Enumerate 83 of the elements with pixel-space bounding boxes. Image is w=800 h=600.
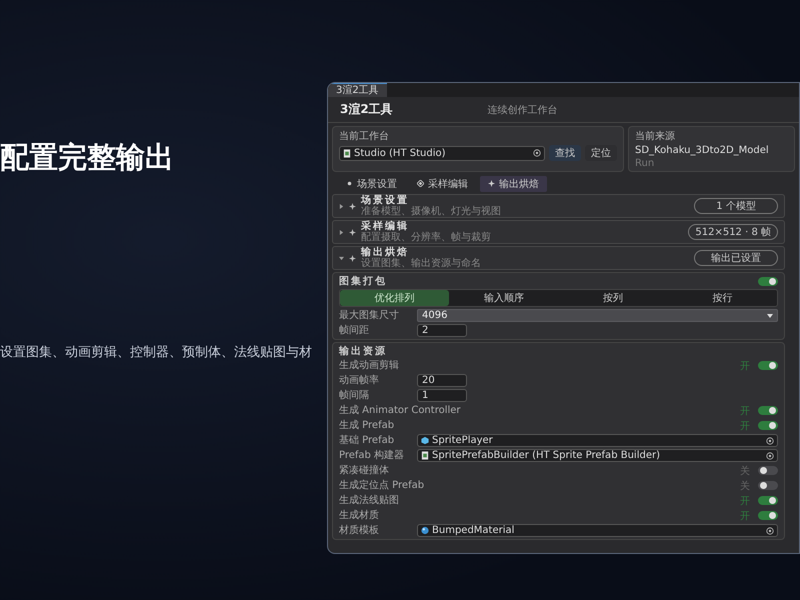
object-field[interactable]: SpritePlayer <box>417 434 778 447</box>
mode-tab[interactable]: 采样编辑 <box>409 176 476 192</box>
sphere-icon <box>421 526 429 535</box>
source-label: 当前来源 <box>635 130 676 143</box>
dropdown-arrow-icon <box>767 314 773 318</box>
section-header[interactable]: 场景设置 准备模型、摄像机、灯光与视图 1 个模型 <box>332 194 785 218</box>
section-title: 场景设置 <box>361 195 410 206</box>
source-name: SD_Kohaku_3Dto2D_Model <box>635 145 770 156</box>
toggle-switch[interactable] <box>758 276 778 286</box>
order-option[interactable]: 按列 <box>558 290 668 306</box>
toggle-state: 开 <box>740 510 750 522</box>
toggle-switch[interactable] <box>758 511 778 520</box>
diamond-icon <box>417 180 424 187</box>
field-label: 材质模板 <box>339 524 380 537</box>
toggle-switch[interactable] <box>758 466 778 475</box>
source-status: Run <box>635 158 656 169</box>
group-title: 图集打包 <box>339 274 387 288</box>
section-description: 准备模型、摄像机、灯光与视图 <box>361 206 502 217</box>
field-label: 生成 Prefab <box>339 419 396 432</box>
section-header[interactable]: 采样编辑 配置摄取、分辨率、帧与裁剪 512×512 · 8 帧 <box>332 220 785 244</box>
toggle-switch[interactable] <box>758 361 778 370</box>
field-label: 生成材质 <box>339 509 380 522</box>
section-description: 配置摄取、分辨率、帧与裁剪 <box>361 232 492 243</box>
object-field[interactable]: SpritePrefabBuilder (HT Sprite Prefab Builder) <box>417 449 778 462</box>
section-badge: 输出已设置 <box>694 250 778 266</box>
sparkle-icon <box>349 202 356 210</box>
number-field[interactable]: 2 <box>417 324 467 337</box>
locate-button[interactable]: 定位 <box>585 145 617 161</box>
window-title: 3渲2工具 <box>340 101 393 118</box>
slide-subtitle: 设置图集、动画剪辑、控制器、预制体、法线贴图与材 <box>0 344 313 361</box>
toggle-state: 开 <box>740 360 750 372</box>
workspace-label: 当前工作台 <box>339 130 390 143</box>
field-label: 生成 Animator Controller <box>339 404 461 417</box>
field-label: 动画帧率 <box>339 374 380 387</box>
toggle-switch[interactable] <box>758 406 778 415</box>
sparkle-icon <box>349 228 356 236</box>
field-label: Prefab 构建器 <box>339 449 406 462</box>
number-field[interactable]: 20 <box>417 374 467 387</box>
number-field[interactable]: 1 <box>417 389 467 402</box>
section-description: 设置图集、输出资源与命名 <box>361 258 482 269</box>
field-label: 帧间距 <box>339 324 370 337</box>
toggle-state: 开 <box>740 494 750 508</box>
caret-icon <box>339 204 344 208</box>
target-icon[interactable] <box>533 149 541 157</box>
field-label: 生成动画剪辑 <box>339 359 400 372</box>
order-option[interactable]: 优化排列 <box>340 290 450 306</box>
object-field[interactable]: BumpedMaterial <box>417 524 778 537</box>
sparkle-icon <box>488 180 495 187</box>
section-title: 输出烘焙 <box>361 247 410 258</box>
mode-tab[interactable]: 场景设置 <box>338 176 405 192</box>
target-icon[interactable] <box>766 526 774 534</box>
sparkle-icon <box>349 254 356 262</box>
toggle-state: 开 <box>740 420 750 432</box>
cube-icon <box>421 436 429 445</box>
dot-icon <box>346 180 353 187</box>
field-label: 紧凑碰撞体 <box>339 464 390 477</box>
window-subtitle: 连续创作工作台 <box>488 104 558 116</box>
field-label: 生成定位点 Prefab <box>339 479 424 492</box>
toggle-switch[interactable] <box>758 481 778 490</box>
window-tab[interactable]: 3渲2工具 <box>328 83 387 97</box>
field-label: 生成法线贴图 <box>339 494 400 507</box>
order-option[interactable]: 按行 <box>668 290 777 306</box>
document-icon <box>421 451 429 460</box>
section-badge: 512×512 · 8 帧 <box>688 224 778 240</box>
toggle-switch[interactable] <box>758 496 778 505</box>
group-title: 输出资源 <box>339 344 387 358</box>
section-badge: 1 个模型 <box>694 198 778 214</box>
slide-heading: 配置完整输出 <box>0 139 175 176</box>
field-label: 最大图集尺寸 <box>339 309 400 322</box>
section-header[interactable]: 输出烘焙 设置图集、输出资源与命名 输出已设置 <box>332 246 785 270</box>
toggle-switch[interactable] <box>758 421 778 430</box>
caret-icon <box>339 256 344 260</box>
size-dropdown[interactable]: 4096 <box>417 309 778 322</box>
toggle-state: 开 <box>740 404 750 418</box>
field-label: 基础 Prefab <box>339 434 396 447</box>
caret-icon <box>339 230 344 234</box>
workspace-field[interactable]: Studio (HT Studio) <box>339 146 545 160</box>
find-button[interactable]: 查找 <box>549 145 581 161</box>
section-title: 采样编辑 <box>361 221 410 232</box>
document-icon <box>343 148 351 158</box>
field-label: 帧间隔 <box>339 389 370 402</box>
order-option[interactable]: 输入顺序 <box>449 290 558 306</box>
mode-tab[interactable]: 输出烘焙 <box>480 176 547 192</box>
